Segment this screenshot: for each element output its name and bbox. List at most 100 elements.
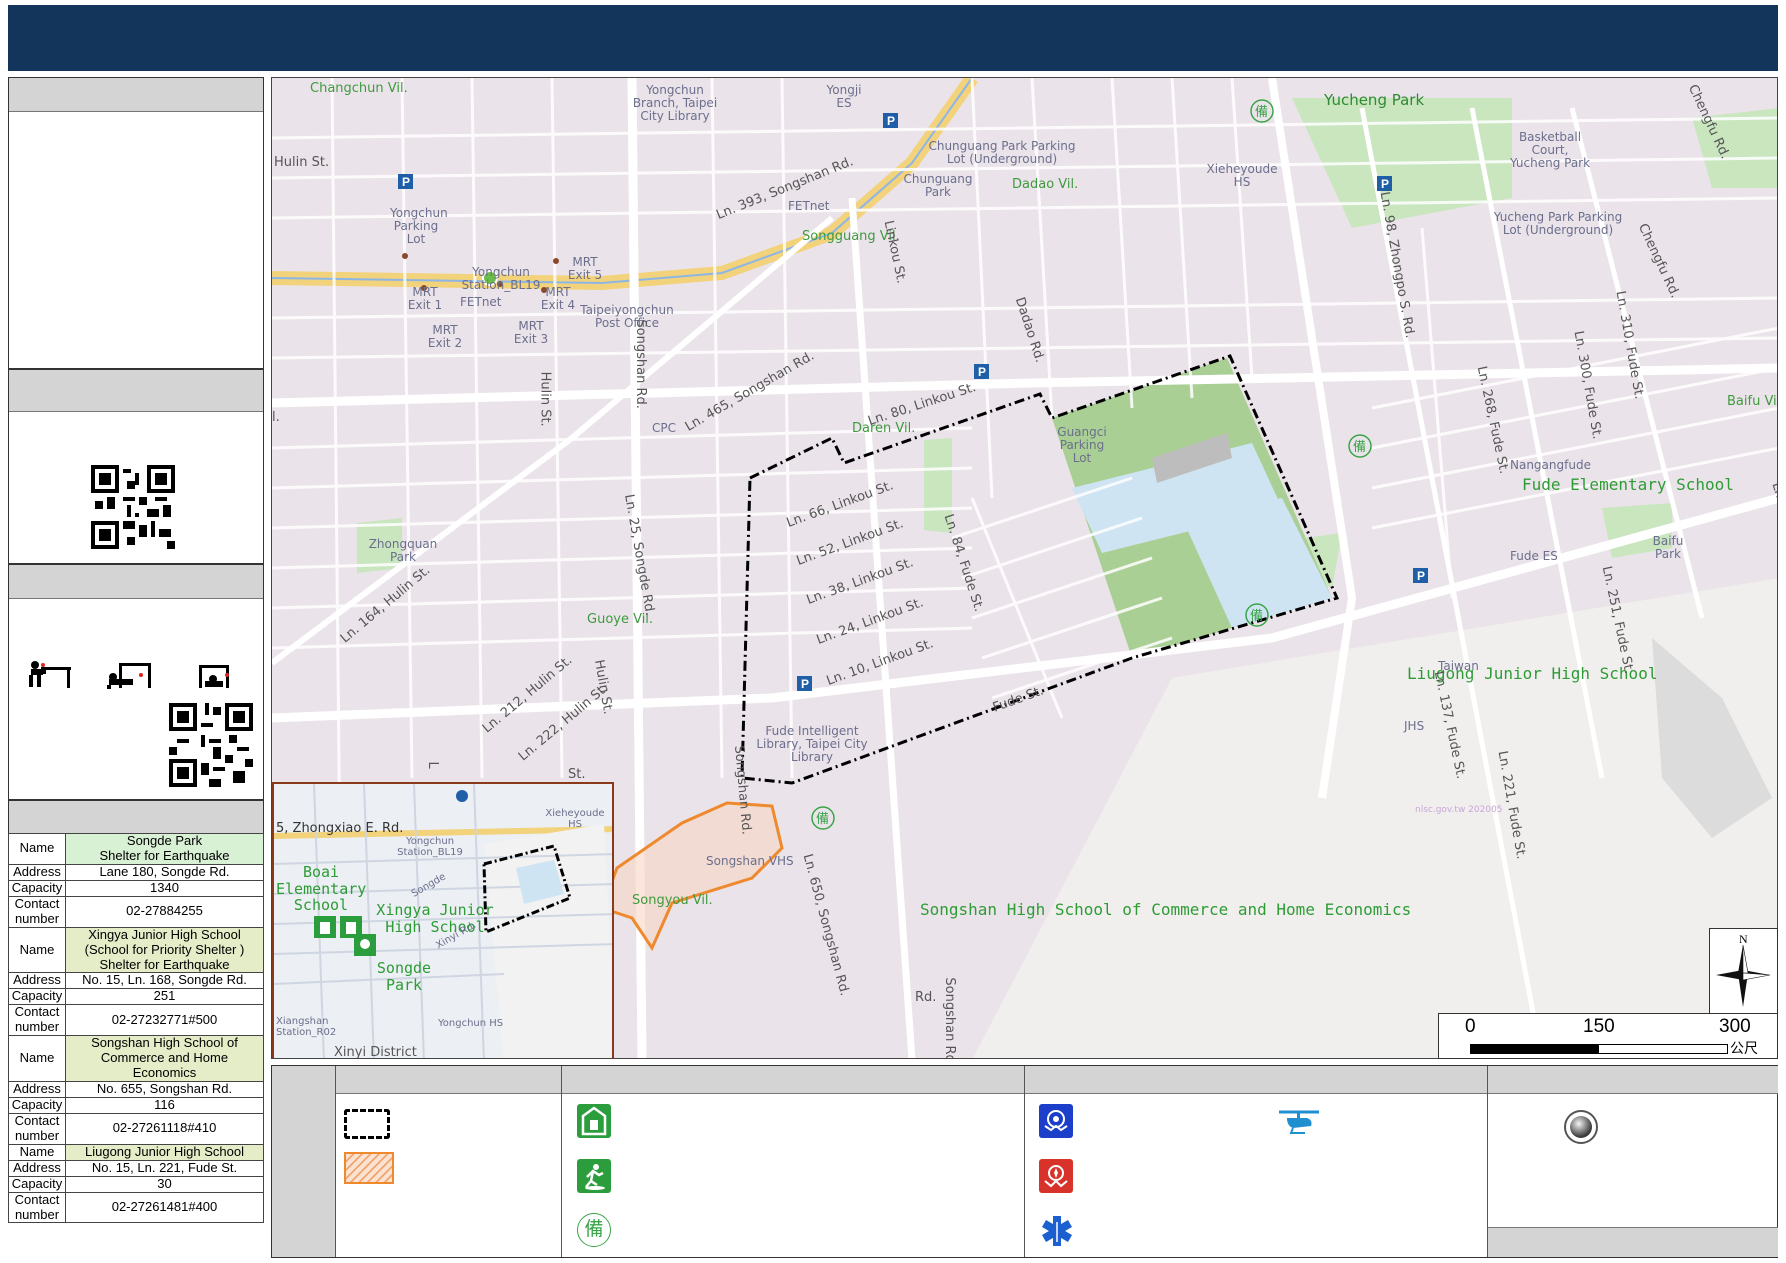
table-row: Address No. 15, Ln. 168, Songde Rd. bbox=[8, 972, 264, 990]
table-row: Contact number 02-27261118#410 bbox=[8, 1112, 264, 1145]
table-row: Address Lane 180, Songde Rd. bbox=[8, 863, 264, 881]
road-label: St. bbox=[568, 767, 586, 782]
poi-label: FETnet bbox=[788, 199, 830, 213]
poi-label: Yongchun Branch, Taipei City Library bbox=[632, 83, 718, 124]
shelter-capacity: 251 bbox=[65, 988, 264, 1006]
table-row: Name Songshan High School of Commerce and… bbox=[8, 1035, 264, 1082]
svg-text:備: 備 bbox=[1250, 608, 1263, 624]
table-row: Capacity 30 bbox=[8, 1175, 264, 1193]
shelter-address: No. 15, Ln. 168, Songde Rd. bbox=[65, 972, 264, 990]
village-label: Dadao Vil. bbox=[1012, 177, 1079, 192]
compass-icon: N bbox=[1716, 932, 1771, 1007]
police-icon bbox=[1039, 1104, 1073, 1138]
svg-text:P: P bbox=[978, 365, 986, 379]
poi-label: Xieheyoude HS bbox=[1206, 162, 1278, 190]
info-box-1 bbox=[8, 77, 264, 369]
legend-footer bbox=[1488, 1227, 1778, 1257]
poi-label: JHS bbox=[1404, 719, 1425, 733]
scale-tick-150: 150 bbox=[1583, 1016, 1615, 1037]
poi-label: MRT Exit 3 bbox=[513, 319, 549, 347]
school-label: Fude Elementary School bbox=[1522, 475, 1734, 494]
capacity-label: Capacity bbox=[8, 879, 66, 897]
shelter-contact: 02-27261481#400 bbox=[65, 1191, 264, 1224]
road-label: Songshan Rd. bbox=[941, 977, 957, 1059]
svg-text:P: P bbox=[1417, 569, 1425, 583]
inset-park-label: Songde Park bbox=[376, 959, 432, 994]
poi-label: Yongchun Station_BL19 bbox=[461, 265, 541, 293]
inset-school-label: Xingya Junior High School bbox=[376, 901, 494, 936]
shelter-contact: 02-27261118#410 bbox=[65, 1112, 264, 1145]
shelter-capacity: 1340 bbox=[65, 879, 264, 897]
info-box-4 bbox=[8, 800, 264, 834]
inset-school-label: Boai Elementary School bbox=[276, 863, 367, 914]
road-label: Rd. bbox=[915, 990, 937, 1005]
fire-icon bbox=[1039, 1159, 1073, 1193]
address-label: Address bbox=[8, 1159, 66, 1177]
scale-tick-0: 0 bbox=[1465, 1016, 1476, 1037]
poi-label: Chunguang Park Parking Lot (Underground) bbox=[928, 139, 1076, 167]
table-row: Contact number 02-27261481#400 bbox=[8, 1191, 264, 1224]
poi-label: Zhongquan Park bbox=[368, 537, 438, 565]
svg-text:備: 備 bbox=[1255, 104, 1268, 120]
poi-label: Chunguang Park bbox=[903, 172, 973, 200]
info-box-2-header bbox=[9, 370, 263, 412]
table-row: Name Songde Park Shelter for Earthquake bbox=[8, 833, 264, 865]
inset-label: Yongchun Station_BL19 bbox=[397, 836, 463, 858]
shelter-address: No. 15, Ln. 221, Fude St. bbox=[65, 1159, 264, 1177]
evacuation-icon bbox=[577, 1159, 611, 1193]
village-label: Baifu Vil. bbox=[1727, 394, 1777, 409]
north-arrow: N bbox=[1709, 928, 1778, 1014]
table-row: Address No. 655, Songshan Rd. bbox=[8, 1081, 264, 1098]
village-label: Songyou Vil. bbox=[632, 893, 713, 908]
address-label: Address bbox=[8, 972, 66, 990]
poi-label: Yongchun Parking Lot bbox=[390, 206, 448, 247]
name-label: Name bbox=[8, 1143, 66, 1161]
info-box-3 bbox=[8, 564, 264, 800]
scale-bar: 0 150 300 公尺 bbox=[1438, 1013, 1778, 1059]
poi-label: Nangangfude bbox=[1510, 458, 1591, 472]
svg-text:P: P bbox=[801, 677, 809, 691]
inset-road-label: 5, Zhongxiao E. Rd. bbox=[276, 821, 404, 836]
poi-label: MRT Exit 1 bbox=[407, 285, 443, 313]
park-label: Yucheng Park bbox=[1324, 91, 1425, 109]
table-row: Name Liugong Junior High School bbox=[8, 1143, 264, 1161]
hazard-swatch bbox=[344, 1152, 394, 1184]
shelter-address: Lane 180, Songde Rd. bbox=[65, 863, 264, 881]
poi-label: MRT Exit 5 bbox=[567, 255, 603, 283]
address-label: Address bbox=[8, 1081, 66, 1098]
shelter-capacity: 116 bbox=[65, 1096, 264, 1114]
table-row: Contact number 02-27884255 bbox=[8, 895, 264, 928]
contact-label: Contact number bbox=[8, 1191, 66, 1224]
road-label: Songshan Rd. bbox=[632, 319, 648, 409]
road-label: Hulin St. bbox=[274, 155, 330, 170]
info-box-3-header bbox=[9, 565, 263, 599]
svg-text:P: P bbox=[1381, 177, 1389, 191]
inset-label: Xieheyoude HS bbox=[545, 808, 605, 830]
poi-label: Baifu Park bbox=[1652, 534, 1684, 562]
shelter-name: Xingya Junior High School (School for Pri… bbox=[65, 926, 264, 974]
svg-text:備: 備 bbox=[816, 811, 829, 827]
legend: 備 bbox=[271, 1065, 1778, 1258]
inset-map[interactable]: 5, Zhongxiao E. Rd. Yongchun Station_BL1… bbox=[272, 782, 614, 1058]
main-map[interactable]: PPP PPP 備備備備 Changchun Vil. Songguang Vi… bbox=[271, 77, 1778, 1059]
poi-label: Fude Intelligent Library, Taipei City Li… bbox=[756, 724, 868, 765]
medical-icon bbox=[1042, 1216, 1072, 1246]
header-bar bbox=[8, 5, 1778, 71]
table-row: Capacity 1340 bbox=[8, 879, 264, 897]
road-label: l. bbox=[272, 410, 280, 425]
shelter-icon bbox=[577, 1104, 611, 1138]
poi-label: MRT Exit 2 bbox=[427, 323, 463, 351]
village-label: Changchun Vil. bbox=[310, 81, 408, 96]
inset-label: Xiangshan Station_R02 bbox=[276, 1016, 337, 1038]
table-row: Address No. 15, Ln. 221, Fude St. bbox=[8, 1159, 264, 1177]
shelter-address: No. 655, Songshan Rd. bbox=[65, 1081, 264, 1098]
road-label: Hulin St. bbox=[537, 371, 553, 427]
shelter-name: Songshan High School of Commerce and Home… bbox=[65, 1035, 264, 1082]
poi-label: Songshan VHS bbox=[706, 854, 794, 868]
contact-label: Contact number bbox=[8, 1004, 66, 1037]
info-box-2 bbox=[8, 369, 264, 564]
poi-label: CPC bbox=[652, 421, 676, 435]
marker-icon bbox=[1564, 1110, 1598, 1144]
shelter-contact: 02-27884255 bbox=[65, 895, 264, 928]
poi-label: Yongji ES bbox=[826, 83, 862, 111]
